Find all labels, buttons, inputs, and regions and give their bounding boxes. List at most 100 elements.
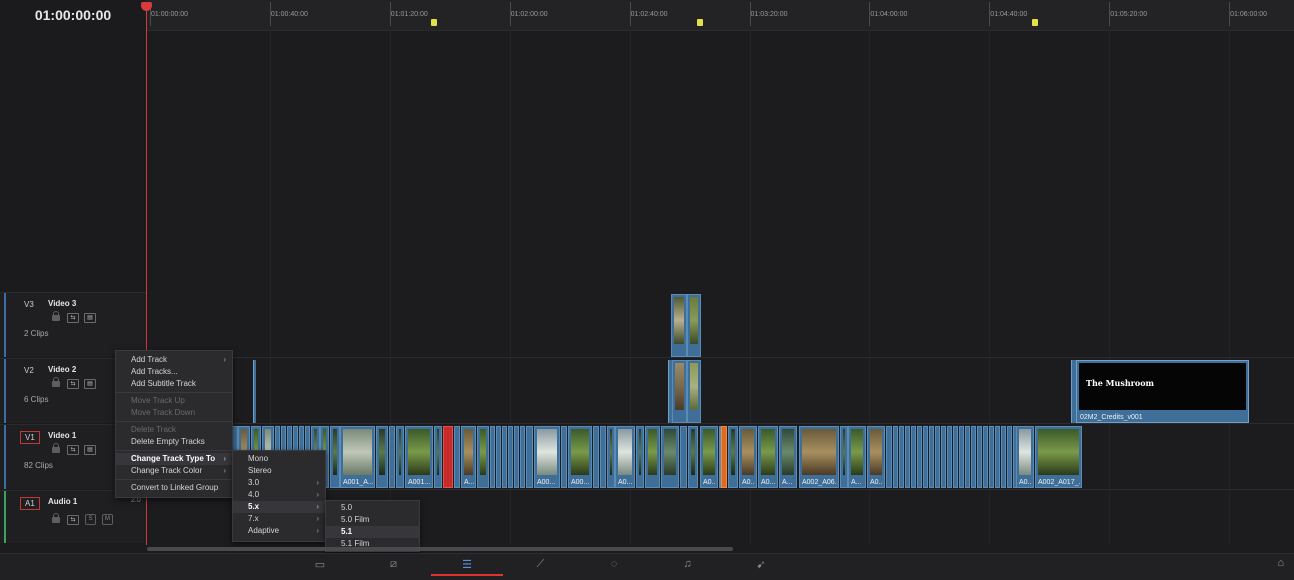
clip-v1[interactable]: A002_A017_... xyxy=(1035,426,1082,488)
clip-v1[interactable] xyxy=(989,426,994,488)
solo-button[interactable]: S xyxy=(85,514,96,525)
track-name[interactable]: Video 3 xyxy=(48,299,76,308)
clip-v1[interactable] xyxy=(607,426,615,488)
credits-clip[interactable]: The Mushroom 02M2_Credits_v001 xyxy=(1076,360,1249,423)
clip-v1[interactable] xyxy=(923,426,928,488)
clip-v1[interactable] xyxy=(971,426,976,488)
track-name[interactable]: Video 1 xyxy=(48,431,76,440)
clip-v1[interactable] xyxy=(396,426,404,488)
clip-v1[interactable]: A0... xyxy=(867,426,885,488)
track-id-label[interactable]: V1 xyxy=(20,431,40,444)
clip-v1[interactable] xyxy=(929,426,934,488)
clip-v1[interactable] xyxy=(1001,426,1006,488)
track-name[interactable]: Video 2 xyxy=(48,365,76,374)
auto-select-icon[interactable]: ⇆ xyxy=(67,515,79,525)
clip-v1[interactable] xyxy=(514,426,519,488)
track-name[interactable]: Audio 1 xyxy=(48,497,77,506)
track-type-item[interactable]: 4.0 › xyxy=(233,489,325,501)
mute-button[interactable]: M xyxy=(102,514,113,525)
clip-v1[interactable] xyxy=(661,426,679,488)
surround-item[interactable]: 5.1 xyxy=(326,526,419,538)
media-page-tab[interactable]: ▭ xyxy=(284,554,356,574)
edit-page-tab[interactable]: ☰ xyxy=(431,554,503,576)
clip-v1[interactable] xyxy=(959,426,964,488)
auto-select-icon[interactable]: ⇆ xyxy=(67,379,79,389)
clip-v1[interactable] xyxy=(490,426,495,488)
clip-v2[interactable] xyxy=(687,360,701,423)
clip-v1[interactable] xyxy=(917,426,922,488)
home-icon[interactable]: ⌂ xyxy=(1277,557,1284,569)
track-type-item[interactable]: Mono xyxy=(233,453,325,465)
clip-v1[interactable] xyxy=(600,426,606,488)
clip-v1[interactable] xyxy=(645,426,660,488)
lock-icon[interactable] xyxy=(52,513,60,523)
track-header-v3[interactable]: V3 Video 3 ⇆ ▤ 2 Clips xyxy=(0,292,146,357)
clip-v1[interactable] xyxy=(941,426,946,488)
clip-v1[interactable]: A... xyxy=(461,426,476,488)
clip-v1[interactable]: A0... xyxy=(615,426,635,488)
clip-v1[interactable] xyxy=(477,426,489,488)
disable-video-icon[interactable]: ▤ xyxy=(84,313,96,323)
clip-v1[interactable]: A... xyxy=(779,426,797,488)
fairlight-page-tab[interactable]: ♫ xyxy=(652,554,724,574)
context-menu-item[interactable]: Add Tracks... xyxy=(116,366,232,378)
clip-v1[interactable] xyxy=(520,426,525,488)
clip-v1[interactable] xyxy=(389,426,395,488)
clip-v1[interactable] xyxy=(688,426,698,488)
surround-item[interactable]: 5.0 Film xyxy=(326,514,419,526)
track-id-label[interactable]: A1 xyxy=(20,497,40,510)
context-menu-item[interactable]: Delete Empty Tracks xyxy=(116,436,232,448)
clip-v1[interactable] xyxy=(680,426,687,488)
clip-v1[interactable] xyxy=(593,426,599,488)
auto-select-icon[interactable]: ⇆ xyxy=(67,313,79,323)
clip-v1[interactable] xyxy=(502,426,507,488)
clip-v1[interactable] xyxy=(935,426,940,488)
clip-v1[interactable] xyxy=(995,426,1000,488)
clip-v1[interactable] xyxy=(893,426,898,488)
clip-v1[interactable]: A0... xyxy=(1016,426,1034,488)
clip-v1[interactable] xyxy=(508,426,513,488)
track-type-item[interactable]: 3.0 › xyxy=(233,477,325,489)
clip-v3[interactable] xyxy=(687,294,701,357)
clip-v1[interactable] xyxy=(899,426,904,488)
clip-v1[interactable] xyxy=(376,426,388,488)
clip-v1[interactable] xyxy=(977,426,982,488)
timeline-ruler[interactable]: 01:00:00:00 01:00:40:00 01:01:20:00 01:02:0… xyxy=(146,0,1294,31)
clip-v1[interactable] xyxy=(886,426,892,488)
clip-v1[interactable] xyxy=(636,426,644,488)
marker-icon[interactable] xyxy=(1032,19,1038,26)
clip-v1[interactable] xyxy=(911,426,916,488)
clip-v1[interactable] xyxy=(561,426,567,488)
clip-v2[interactable] xyxy=(672,360,687,423)
context-menu-item[interactable]: Add Track › xyxy=(116,354,232,366)
clip-v1[interactable] xyxy=(905,426,910,488)
context-menu-item[interactable]: Change Track Type To › xyxy=(116,453,232,465)
track-type-item[interactable]: 5.x › xyxy=(233,501,325,513)
clip-v1[interactable]: A0... xyxy=(739,426,757,488)
lock-icon[interactable] xyxy=(52,377,60,387)
clip-v1[interactable] xyxy=(721,426,727,488)
clip-v2[interactable] xyxy=(253,360,256,423)
clip-v1[interactable]: A001_A... xyxy=(340,426,375,488)
clip-v1[interactable] xyxy=(1007,426,1012,488)
clip-v1[interactable]: A0... xyxy=(700,426,718,488)
disable-video-icon[interactable]: ▤ xyxy=(84,379,96,389)
clip-v1[interactable] xyxy=(983,426,988,488)
clip-v1[interactable] xyxy=(330,426,340,488)
cut-page-tab[interactable]: ⧄ xyxy=(358,554,430,574)
context-menu-item[interactable]: Add Subtitle Track xyxy=(116,378,232,390)
clip-v1[interactable]: A0... xyxy=(758,426,778,488)
marker-icon[interactable] xyxy=(431,19,437,26)
context-menu-item[interactable]: Convert to Linked Group xyxy=(116,482,232,494)
clip-v1[interactable] xyxy=(526,426,533,488)
clip-v1[interactable] xyxy=(947,426,952,488)
clip-v1[interactable] xyxy=(454,426,460,488)
context-menu-item[interactable]: Change Track Color › xyxy=(116,465,232,477)
color-page-tab[interactable]: ◌ xyxy=(578,554,650,574)
fusion-page-tab[interactable]: ⟋ xyxy=(505,554,577,574)
clip-v1[interactable] xyxy=(953,426,958,488)
deliver-page-tab[interactable]: ➹ xyxy=(725,554,797,574)
clip-v1[interactable]: A002_A06... xyxy=(799,426,839,488)
marker-icon[interactable] xyxy=(697,19,703,26)
horizontal-scrollbar[interactable] xyxy=(147,547,733,551)
